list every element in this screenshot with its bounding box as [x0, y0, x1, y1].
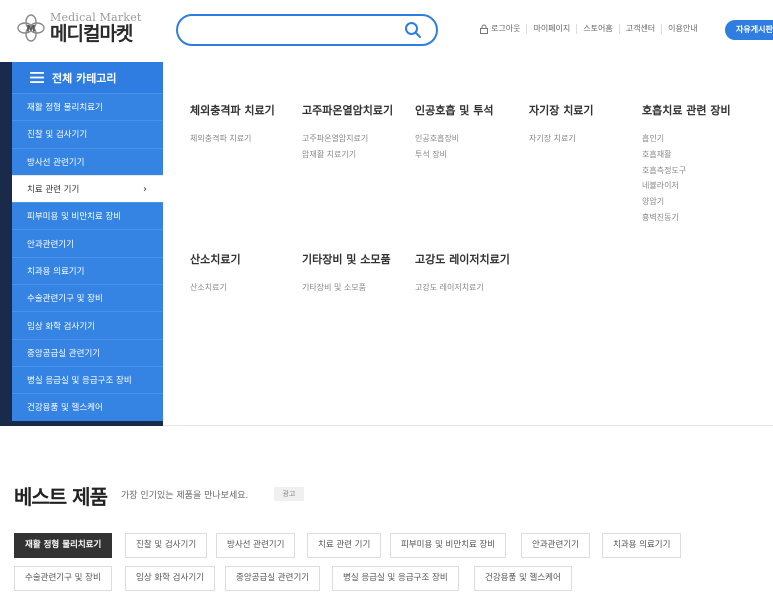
category-item[interactable]: 병실 응급실 및 응급구조 장비 — [12, 365, 163, 394]
svg-text:M: M — [27, 25, 36, 35]
category-item[interactable]: 방사선 관련기기 — [12, 147, 163, 175]
subcategory-link[interactable]: 양압기 — [642, 194, 731, 210]
category-item[interactable]: 안과관련기기 — [12, 229, 163, 257]
mega-menu-panel: 체외충격파 치료기 체외충격파 치료기 고주파온열암치료기 고주파온열암치료기 … — [163, 62, 773, 426]
subcategory-title[interactable]: 인공호흡 및 투석 — [415, 102, 494, 118]
category-item-active[interactable]: 치료 관련 기기 › — [12, 174, 163, 203]
logo-emblem-icon: M — [17, 14, 45, 42]
best-tab[interactable]: 중앙공급실 관련기기 — [225, 566, 321, 591]
subcategory-column: 자기장 치료기 자기장 치료기 — [529, 102, 594, 147]
category-item-label: 치료 관련 기기 — [27, 185, 80, 196]
site-logo[interactable]: M Medical Market 메디컬마켓 — [16, 12, 142, 44]
subcategory-link[interactable]: 고주파온열암치료기 — [302, 131, 393, 147]
subcategory-link[interactable]: 암재활 치료기기 — [302, 147, 393, 163]
subcategory-title[interactable]: 고주파온열암치료기 — [302, 102, 393, 118]
mypage-link[interactable]: 마이페이지 — [526, 24, 576, 34]
best-products-title: 베스트 제품 — [14, 485, 108, 509]
subcategory-link[interactable]: 고강도 레이저치료기 — [415, 280, 510, 296]
best-products-subtitle: 가장 인기있는 제품을 만나보세요. — [121, 491, 249, 501]
subcategory-link[interactable]: 인공호흡장비 — [415, 131, 494, 147]
subcategory-link[interactable]: 체외충격파 치료기 — [190, 131, 275, 147]
subcategory-column: 산소치료기 산소치료기 — [190, 251, 241, 296]
best-tab[interactable]: 피부미용 및 비만치료 장비 — [390, 533, 507, 558]
subcategory-title[interactable]: 산소치료기 — [190, 251, 241, 267]
storehome-link[interactable]: 스토어홈 — [576, 24, 618, 34]
hamburger-menu-icon — [30, 72, 44, 83]
subcategory-link[interactable]: 흡인기 — [642, 131, 731, 147]
subcategory-title[interactable]: 호흡치료 관련 장비 — [642, 102, 731, 118]
subcategory-link[interactable]: 산소치료기 — [190, 280, 241, 296]
best-tab[interactable]: 진찰 및 검사기기 — [125, 533, 208, 558]
subcategory-title[interactable]: 기타장비 및 소모품 — [302, 251, 391, 267]
subcategory-link[interactable]: 투석 장비 — [415, 147, 494, 163]
best-tab[interactable]: 병실 응급실 및 응급구조 장비 — [332, 566, 459, 591]
category-list: 재활 정형 물리치료기 진찰 및 검사기기 방사선 관련기기 치료 관련 기기 … — [12, 93, 163, 421]
subcategory-column: 고강도 레이저치료기 고강도 레이저치료기 — [415, 251, 510, 296]
search-box — [176, 14, 438, 46]
category-item[interactable]: 피부미용 및 비만치료 장비 — [12, 202, 163, 230]
search-icon[interactable] — [404, 21, 422, 39]
best-tab[interactable]: 치료 관련 기기 — [307, 533, 382, 558]
category-item[interactable]: 치과용 의료기기 — [12, 256, 163, 285]
subcategory-link[interactable]: 기타장비 및 소모품 — [302, 280, 391, 296]
subcategory-title[interactable]: 체외충격파 치료기 — [190, 102, 275, 118]
ad-badge: 광고 — [274, 487, 304, 501]
category-item[interactable]: 임상 화학 검사기기 — [12, 311, 163, 339]
category-item[interactable]: 진찰 및 검사기기 — [12, 120, 163, 148]
subcategory-title[interactable]: 자기장 치료기 — [529, 102, 594, 118]
best-tab[interactable]: 건강용품 및 헬스케어 — [474, 566, 572, 591]
best-tab-active[interactable]: 재활 정형 물리치료기 — [14, 533, 113, 558]
subcategory-link[interactable]: 호흡재활 — [642, 147, 731, 163]
best-tab[interactable]: 치과용 의료기기 — [602, 533, 682, 558]
customer-center-link[interactable]: 고객센터 — [618, 24, 661, 34]
best-tab[interactable]: 방사선 관련기기 — [216, 533, 296, 558]
site-header: M Medical Market 메디컬마켓 로그아웃 마이페이지 스토어홈 고… — [0, 0, 773, 62]
subcategory-column: 인공호흡 및 투석 인공호흡장비 투석 장비 — [415, 102, 494, 163]
logout-link[interactable]: 로그아웃 — [479, 24, 526, 34]
subcategory-column: 체외충격파 치료기 체외충격파 치료기 — [190, 102, 275, 147]
utility-links: 로그아웃 마이페이지 스토어홈 고객센터 이용안내 — [479, 24, 704, 34]
best-tab[interactable]: 임상 화학 검사기기 — [125, 566, 215, 591]
free-board-button[interactable]: 자유게시판 — [725, 20, 773, 40]
category-item[interactable]: 건강용품 및 헬스케어 — [12, 393, 163, 421]
all-categories-button[interactable]: 전체 카테고리 — [12, 62, 163, 93]
category-item[interactable]: 중앙공급실 관련기기 — [12, 338, 163, 366]
subcategory-link[interactable]: 자기장 치료기 — [529, 131, 594, 147]
search-input[interactable] — [192, 20, 392, 40]
subcategory-link[interactable]: 흉벽진동기 — [642, 210, 731, 226]
best-tab[interactable]: 수술관련기구 및 장비 — [14, 566, 112, 591]
usage-guide-link[interactable]: 이용안내 — [661, 24, 703, 34]
subcategory-column: 호흡치료 관련 장비 흡인기 호흡재활 호흡측정도구 네뷸라이저 양압기 흉벽진… — [642, 102, 731, 226]
chevron-right-icon: › — [143, 183, 147, 195]
subcategory-column: 고주파온열암치료기 고주파온열암치료기 암재활 치료기기 — [302, 102, 393, 163]
lock-icon — [480, 24, 488, 34]
best-tab[interactable]: 안과관련기기 — [521, 533, 590, 558]
subcategory-link[interactable]: 호흡측정도구 — [642, 163, 731, 179]
subcategory-link[interactable]: 네뷸라이저 — [642, 178, 731, 194]
category-item[interactable]: 수술관련기구 및 장비 — [12, 284, 163, 312]
category-item[interactable]: 재활 정형 물리치료기 — [12, 93, 163, 121]
logout-label: 로그아웃 — [491, 24, 521, 33]
subcategory-column: 기타장비 및 소모품 기타장비 및 소모품 — [302, 251, 391, 296]
subcategory-title[interactable]: 고강도 레이저치료기 — [415, 251, 510, 267]
logo-korean-text: 메디컬마켓 — [50, 23, 133, 45]
logo-english-text: Medical Market — [50, 11, 142, 24]
all-categories-label: 전체 카테고리 — [52, 71, 117, 85]
